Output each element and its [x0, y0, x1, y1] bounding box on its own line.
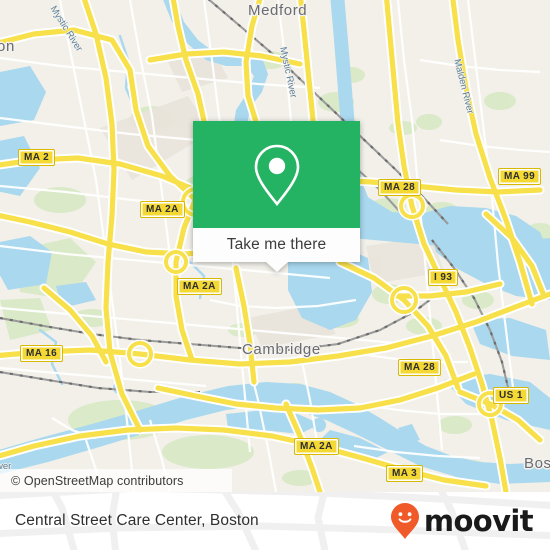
road-shield-ma-28[interactable]: MA 28 — [378, 179, 422, 196]
road-shield-ma-2a[interactable]: MA 2A — [140, 201, 185, 218]
popup-cta[interactable]: Take me there — [193, 228, 360, 272]
road-shield-ma-3[interactable]: MA 3 — [386, 465, 424, 482]
moovit-logo[interactable]: moovit — [390, 492, 534, 550]
road-shield-ma-28-2[interactable]: MA 28 — [398, 359, 442, 376]
popup-pointer-tail — [265, 262, 288, 272]
footer-bar: Central Street Care Center, Boston moovi… — [0, 492, 550, 550]
moovit-smiley-pin-icon — [390, 503, 419, 539]
moovit-wordmark: moovit — [423, 504, 534, 538]
road-shield-ma-2a-2[interactable]: MA 2A — [177, 278, 222, 295]
road-shield-ma-99[interactable]: MA 99 — [498, 168, 542, 185]
attribution-text: © OpenStreetMap contributors — [11, 473, 184, 488]
road-shield-ma-2a-3[interactable]: MA 2A — [294, 438, 339, 455]
road-shield-i-93[interactable]: I 93 — [428, 269, 459, 286]
moovit-map-screenshot: Medford on Cambridge Bos Mystic River My… — [0, 0, 550, 550]
popup-cta-label: Take me there — [226, 236, 327, 253]
city-label-medford: Medford — [248, 2, 308, 19]
location-title: Central Street Care Center, Boston — [15, 512, 259, 529]
road-shield-us-1[interactable]: US 1 — [493, 387, 529, 404]
map-attribution[interactable]: © OpenStreetMap contributors — [0, 469, 232, 492]
city-label-arlington: on — [0, 38, 15, 55]
popup-header — [193, 121, 360, 228]
road-shield-ma-2[interactable]: MA 2 — [18, 149, 56, 166]
city-label-cambridge: Cambridge — [242, 341, 321, 358]
city-label-boston: Bos — [524, 455, 550, 472]
location-pin-icon — [254, 144, 299, 206]
road-shield-ma-16[interactable]: MA 16 — [20, 345, 64, 362]
take-me-there-popup[interactable]: Take me there — [193, 121, 360, 272]
map-canvas[interactable]: Medford on Cambridge Bos Mystic River My… — [0, 0, 550, 492]
